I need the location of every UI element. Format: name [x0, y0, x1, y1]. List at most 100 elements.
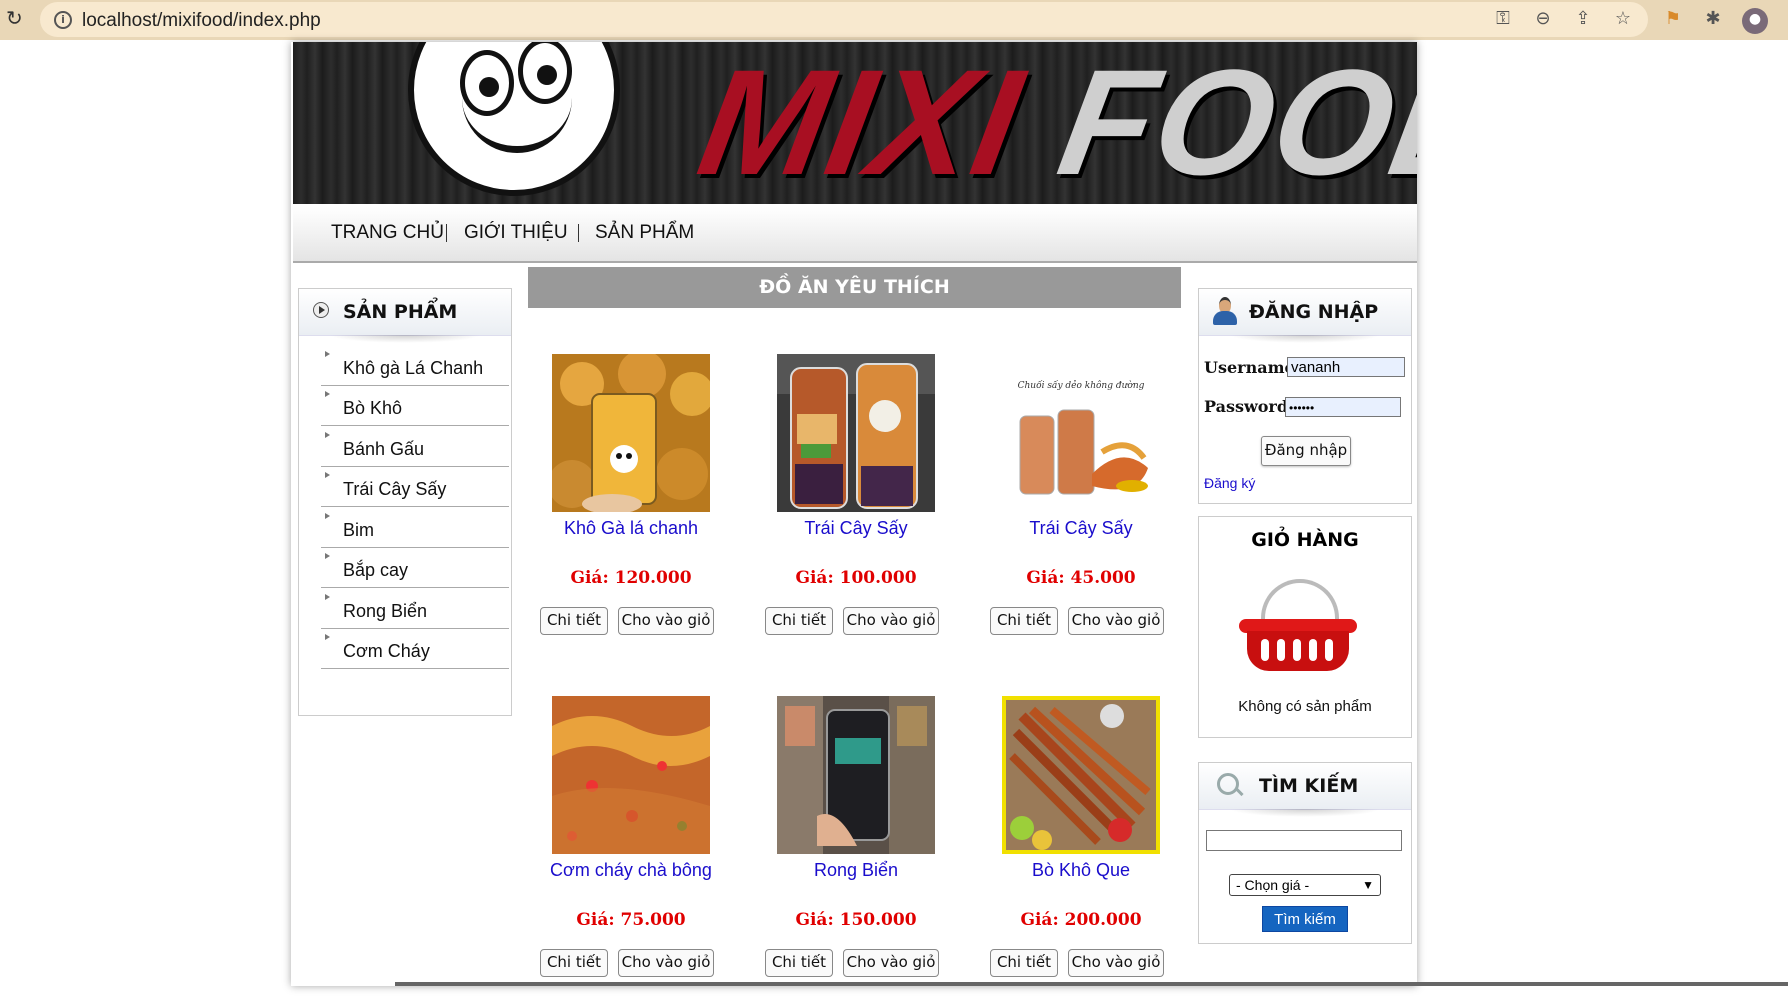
category-label[interactable]: Bánh Gấu	[343, 439, 424, 460]
bullet-arrow-icon	[325, 553, 330, 559]
nav-divider	[578, 224, 579, 242]
nav-about[interactable]: GIỚI THIỆU	[464, 222, 568, 244]
product-card: Chuối sấy dẻo không đường Trái Cây Sấy G…	[972, 354, 1172, 654]
register-link[interactable]: Đăng ký	[1204, 475, 1255, 491]
category-item[interactable]: Cơm Cháy	[321, 628, 509, 669]
product-card: Khô Gà lá chanh Giá: 120.000 Chi tiết Ch…	[522, 354, 722, 654]
reload-icon[interactable]: ↻	[6, 8, 26, 30]
detail-button[interactable]: Chi tiết	[990, 607, 1058, 635]
bullet-arrow-icon	[325, 351, 330, 357]
logo-text-mixi: MIXI	[688, 42, 1035, 204]
category-item[interactable]: Rong Biển	[321, 588, 509, 629]
product-image[interactable]: Chuối sấy dẻo không đường	[1002, 354, 1160, 512]
detail-button[interactable]: Chi tiết	[540, 949, 608, 977]
nav-products[interactable]: SẢN PHẨM	[595, 222, 694, 244]
category-label[interactable]: Rong Biển	[343, 601, 427, 622]
nav-home[interactable]: TRANG CHỦ	[331, 222, 444, 244]
category-item[interactable]: Bò Khô	[321, 385, 509, 426]
horizontal-scrollbar[interactable]	[395, 982, 1788, 986]
product-card: Rong Biển Giá: 150.000 Chi tiết Cho vào …	[747, 696, 947, 996]
product-image[interactable]	[552, 696, 710, 854]
chevron-down-icon: ▼	[1362, 878, 1374, 892]
bullet-arrow-icon	[325, 432, 330, 438]
product-image[interactable]	[552, 354, 710, 512]
category-item[interactable]: Bánh Gấu	[321, 426, 509, 467]
product-name[interactable]: Bò Khô Que	[972, 860, 1190, 881]
add-to-cart-button[interactable]: Cho vào giỏ	[618, 607, 714, 635]
extensions-puzzle-icon[interactable]: ✱	[1702, 8, 1724, 30]
product-card: Trái Cây Sấy Giá: 100.000 Chi tiết Cho v…	[747, 354, 947, 654]
mascot-smile	[462, 86, 572, 153]
bullet-arrow-icon	[325, 634, 330, 640]
login-button[interactable]: Đăng nhập	[1261, 436, 1351, 466]
shopping-basket-icon[interactable]	[1239, 579, 1357, 671]
detail-button[interactable]: Chi tiết	[765, 949, 833, 977]
detail-button[interactable]: Chi tiết	[540, 607, 608, 635]
site-info-icon[interactable]: i	[54, 11, 72, 29]
category-item[interactable]: Khô gà Lá Chanh	[321, 345, 509, 386]
share-icon[interactable]: ⇪	[1572, 8, 1594, 30]
extension-flag-icon[interactable]: ⚑	[1662, 8, 1684, 30]
price-select[interactable]: - Chọn giá - ▼	[1229, 874, 1381, 896]
profile-avatar[interactable]: ●	[1742, 8, 1768, 34]
product-image[interactable]	[777, 696, 935, 854]
product-price: Giá: 120.000	[570, 568, 692, 588]
category-label[interactable]: Bò Khô	[343, 398, 402, 419]
cart-title: GIỎ HÀNG	[1251, 529, 1359, 551]
address-bar[interactable]: i localhost/mixifood/index.php ⚿ ⊖ ⇪ ☆	[40, 2, 1648, 37]
user-icon	[1211, 297, 1239, 327]
category-item[interactable]: Bim	[321, 507, 509, 548]
bookmark-star-icon[interactable]: ☆	[1612, 8, 1634, 30]
product-price: Giá: 200.000	[1020, 910, 1142, 930]
product-name[interactable]: Trái Cây Sấy	[972, 518, 1190, 539]
category-item[interactable]: Trái Cây Sấy	[321, 466, 509, 507]
category-item[interactable]: Bắp cay	[321, 547, 509, 588]
category-label[interactable]: Bim	[343, 520, 374, 541]
product-image[interactable]	[1002, 696, 1160, 854]
add-to-cart-button[interactable]: Cho vào giỏ	[1068, 949, 1164, 977]
mascot-logo	[408, 42, 620, 196]
product-image-caption: Chuối sấy dẻo không đường	[1018, 380, 1145, 391]
product-name[interactable]: Khô Gà lá chanh	[522, 518, 740, 539]
bullet-arrow-icon	[325, 472, 330, 478]
product-name[interactable]: Cơm cháy chà bông	[522, 860, 740, 881]
detail-button[interactable]: Chi tiết	[765, 607, 833, 635]
url-text[interactable]: localhost/mixifood/index.php	[82, 10, 321, 32]
category-label[interactable]: Cơm Cháy	[343, 641, 430, 662]
bullet-arrow-icon	[325, 391, 330, 397]
product-name[interactable]: Rong Biển	[747, 860, 965, 881]
login-title: ĐĂNG NHẬP	[1249, 301, 1379, 323]
password-input[interactable]: ••••••	[1285, 397, 1401, 417]
product-price: Giá: 150.000	[795, 910, 917, 930]
category-label[interactable]: Bắp cay	[343, 560, 408, 581]
category-label[interactable]: Trái Cây Sấy	[343, 479, 446, 500]
bullet-arrow-icon	[325, 594, 330, 600]
search-input[interactable]	[1206, 830, 1402, 851]
bullet-arrow-icon	[325, 513, 330, 519]
product-card: Cơm cháy chà bông Giá: 75.000 Chi tiết C…	[522, 696, 722, 996]
detail-button[interactable]: Chi tiết	[990, 949, 1058, 977]
search-header: TÌM KIẾM	[1199, 763, 1411, 817]
category-label[interactable]: Khô gà Lá Chanh	[343, 358, 483, 379]
add-to-cart-button[interactable]: Cho vào giỏ	[1068, 607, 1164, 635]
add-to-cart-button[interactable]: Cho vào giỏ	[843, 949, 939, 977]
price-select-value: - Chọn giá -	[1236, 877, 1310, 893]
product-price: Giá: 75.000	[576, 910, 686, 930]
product-price: Giá: 45.000	[1026, 568, 1136, 588]
product-image[interactable]	[777, 354, 935, 512]
logo-text-food: FOOD	[1048, 42, 1417, 204]
sidebar-title: SẢN PHẨM	[343, 301, 458, 323]
add-to-cart-button[interactable]: Cho vào giỏ	[618, 949, 714, 977]
search-button[interactable]: Tìm kiếm	[1262, 906, 1348, 932]
add-to-cart-button[interactable]: Cho vào giỏ	[843, 607, 939, 635]
zoom-icon[interactable]: ⊖	[1532, 8, 1554, 30]
section-title: ĐỒ ĂN YÊU THÍCH	[528, 267, 1181, 308]
cart-empty-text: Không có sản phẩm	[1238, 698, 1372, 715]
category-sidebar: SẢN PHẨM Khô gà Lá Chanh Bò Khô Bánh Gấu…	[298, 288, 512, 716]
cart-box: GIỎ HÀNG Không có sản phẩm	[1198, 516, 1412, 738]
key-icon[interactable]: ⚿	[1492, 8, 1514, 30]
username-input[interactable]: vananh	[1287, 357, 1405, 377]
product-card: Bò Khô Que Giá: 200.000 Chi tiết Cho vào…	[972, 696, 1172, 996]
product-name[interactable]: Trái Cây Sấy	[747, 518, 965, 539]
product-price: Giá: 100.000	[795, 568, 917, 588]
